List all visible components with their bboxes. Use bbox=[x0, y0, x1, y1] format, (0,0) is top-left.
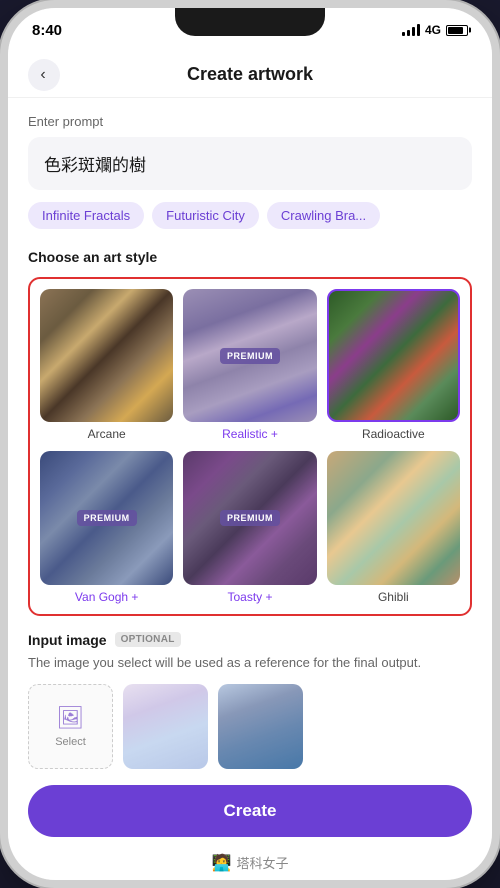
art-item-arcane[interactable]: Arcane bbox=[40, 289, 173, 441]
art-thumb-realistic: PREMIUM bbox=[183, 289, 316, 422]
screen: ‹ Create artwork Enter prompt 色彩斑斕的樹 Inf… bbox=[8, 52, 492, 880]
image-thumbnails: 🖼 Select bbox=[28, 684, 472, 769]
prompt-label: Enter prompt bbox=[28, 114, 472, 129]
select-image-button[interactable]: 🖼 Select bbox=[28, 684, 113, 769]
art-thumb-vangogh: PREMIUM bbox=[40, 451, 173, 584]
premium-badge-vangogh: PREMIUM bbox=[77, 510, 137, 526]
art-item-radioactive[interactable]: Radioactive bbox=[327, 289, 460, 441]
art-name-vangogh: Van Gogh + bbox=[75, 590, 139, 604]
status-time: 8:40 bbox=[32, 22, 62, 39]
input-image-desc: The image you select will be used as a r… bbox=[28, 654, 472, 672]
input-image-label: Input image bbox=[28, 632, 107, 648]
art-name-toasty: Toasty + bbox=[227, 590, 272, 604]
back-icon: ‹ bbox=[40, 66, 45, 84]
art-style-section: Choose an art style Arcane PREMIUM bbox=[28, 249, 472, 616]
art-name-arcane: Arcane bbox=[88, 427, 126, 441]
art-style-grid-wrapper: Arcane PREMIUM Realistic + Radi bbox=[28, 277, 472, 616]
watermark-icon: 🧑‍💻 bbox=[212, 853, 232, 873]
art-style-label: Choose an art style bbox=[28, 249, 472, 265]
signal-bars-icon bbox=[402, 24, 420, 36]
art-name-radioactive: Radioactive bbox=[362, 427, 425, 441]
image-preview-1[interactable] bbox=[123, 684, 208, 769]
watermark-text: 塔科女子 bbox=[236, 853, 288, 872]
input-image-section: Input image OPTIONAL The image you selec… bbox=[28, 632, 472, 769]
art-thumb-toasty: PREMIUM bbox=[183, 451, 316, 584]
premium-badge-toasty: PREMIUM bbox=[220, 510, 280, 526]
network-label: 4G bbox=[425, 23, 441, 37]
watermark: 🧑‍💻 塔科女子 bbox=[28, 853, 472, 880]
premium-badge-realistic: PREMIUM bbox=[220, 348, 280, 364]
tag-futuristic-city[interactable]: Futuristic City bbox=[152, 202, 259, 229]
page-title: Create artwork bbox=[187, 64, 313, 85]
image-preview-2[interactable] bbox=[218, 684, 303, 769]
art-item-ghibli[interactable]: Ghibli bbox=[327, 451, 460, 603]
art-name-ghibli: Ghibli bbox=[378, 590, 409, 604]
phone-frame: 8:40 4G ‹ Create artwork Enter prompt 色彩… bbox=[0, 0, 500, 888]
tags-row: Infinite Fractals Futuristic City Crawli… bbox=[28, 202, 472, 233]
battery-icon bbox=[446, 25, 468, 36]
input-image-header: Input image OPTIONAL bbox=[28, 632, 472, 648]
back-button[interactable]: ‹ bbox=[28, 59, 60, 91]
art-item-toasty[interactable]: PREMIUM Toasty + bbox=[183, 451, 316, 603]
content-area: Enter prompt 色彩斑斕的樹 Infinite Fractals Fu… bbox=[8, 98, 492, 880]
tag-crawling[interactable]: Crawling Bra... bbox=[267, 202, 380, 229]
art-item-vangogh[interactable]: PREMIUM Van Gogh + bbox=[40, 451, 173, 603]
art-item-realistic[interactable]: PREMIUM Realistic + bbox=[183, 289, 316, 441]
image-select-icon: 🖼 bbox=[57, 705, 85, 731]
page-header: ‹ Create artwork bbox=[8, 52, 492, 98]
select-label: Select bbox=[55, 736, 86, 748]
notch bbox=[175, 8, 325, 36]
status-icons: 4G bbox=[402, 23, 468, 37]
art-thumb-ghibli bbox=[327, 451, 460, 584]
tag-infinite-fractals[interactable]: Infinite Fractals bbox=[28, 202, 144, 229]
optional-badge: OPTIONAL bbox=[115, 632, 181, 647]
art-thumb-arcane bbox=[40, 289, 173, 422]
art-style-grid: Arcane PREMIUM Realistic + Radi bbox=[40, 289, 460, 604]
create-button[interactable]: Create bbox=[28, 785, 472, 837]
prompt-input[interactable]: 色彩斑斕的樹 bbox=[28, 137, 472, 190]
art-name-realistic: Realistic + bbox=[222, 427, 278, 441]
art-thumb-radioactive bbox=[327, 289, 460, 422]
